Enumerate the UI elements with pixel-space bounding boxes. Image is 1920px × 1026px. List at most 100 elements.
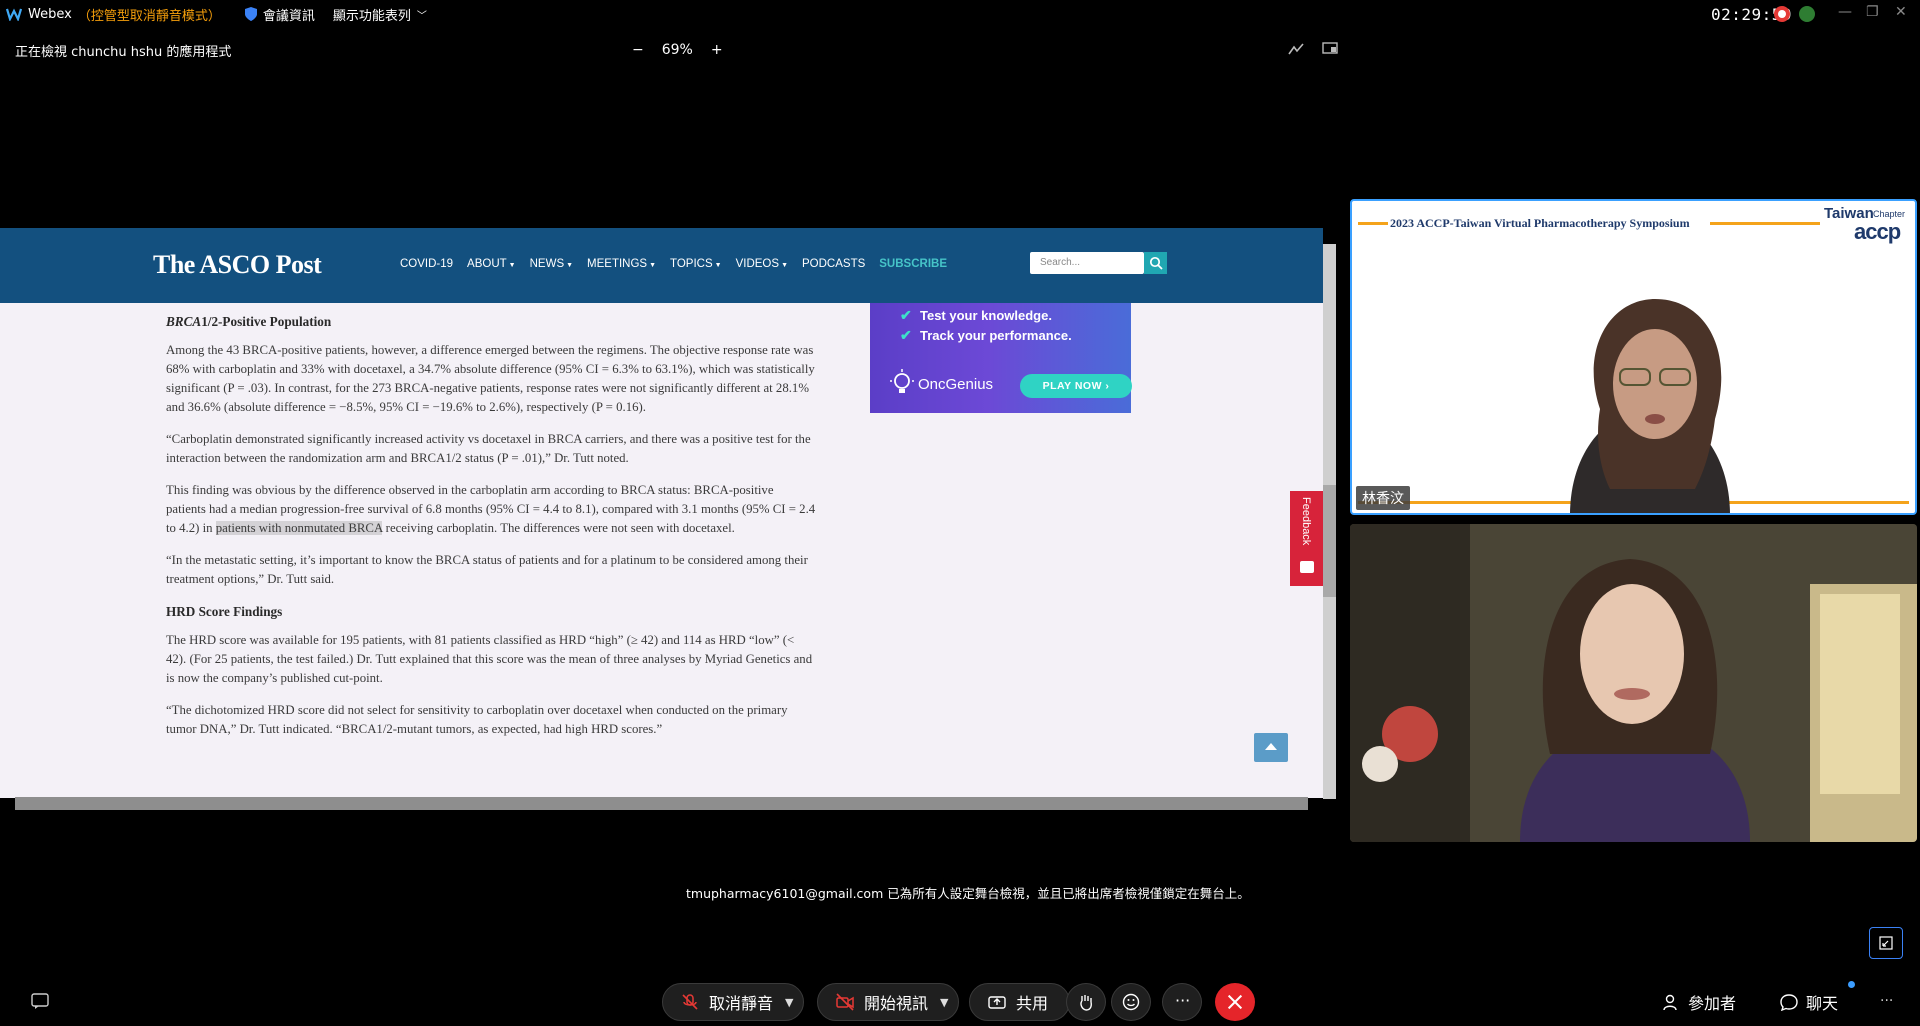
nav-topics-label: TOPICS <box>670 258 713 270</box>
speaker-video-icon <box>1570 299 1730 513</box>
nav-meetings-label: MEETINGS <box>587 258 648 270</box>
caret-down-icon: ▼ <box>781 262 788 269</box>
check-icon: ✔ <box>900 327 912 343</box>
shield-icon <box>244 7 257 21</box>
section-heading-brca: BRCA1/2-Positive Population <box>166 312 816 331</box>
heading-italic: BRCA <box>166 314 202 329</box>
zoom-controls: − 69% + <box>632 42 723 58</box>
leave-meeting-button[interactable] <box>1215 983 1255 1021</box>
webex-logo-icon <box>6 8 22 21</box>
lightbulb-icon <box>890 369 914 393</box>
meeting-info-button[interactable]: 會議資訊 <box>244 5 315 24</box>
title-bar: Webex （控管型取消靜音模式） 會議資訊 顯示功能表列 ﹀ 02:29:59… <box>0 0 1920 28</box>
search-icon <box>1149 256 1163 270</box>
nav-videos-label: VIDEOS <box>735 258 780 270</box>
site-search-button[interactable] <box>1144 252 1167 274</box>
accp-logo: accp <box>1854 219 1901 244</box>
zoom-out-button[interactable]: − <box>632 42 644 58</box>
article-paragraph: This finding was obvious by the differen… <box>166 481 816 538</box>
scroll-to-top-button[interactable] <box>1254 733 1288 762</box>
nav-podcasts[interactable]: PODCASTS <box>802 258 865 270</box>
feedback-tab[interactable]: Feedback <box>1290 491 1323 586</box>
paragraph-text: receiving carboplatin. The differences w… <box>382 521 735 535</box>
more-panels-icon[interactable]: ··· <box>1880 993 1893 1009</box>
chat-label: 聊天 <box>1806 994 1839 1013</box>
share-label: 共用 <box>1016 994 1049 1013</box>
site-logo[interactable]: The ASCO Post <box>153 250 322 280</box>
restore-icon[interactable]: ❐ <box>1866 4 1879 20</box>
play-now-button[interactable]: PLAY NOW › <box>1020 374 1132 398</box>
unmute-button[interactable]: 取消靜音 ▼ <box>662 983 804 1021</box>
caret-down-icon: ▼ <box>566 262 574 269</box>
nav-topics[interactable]: TOPICS ▼ <box>670 258 722 270</box>
article-paragraph: “The dichotomized HRD score did not sele… <box>166 703 788 736</box>
chat-notification-dot <box>1848 981 1855 988</box>
nav-meetings[interactable]: MEETINGS ▼ <box>587 258 656 270</box>
pop-out-icon[interactable] <box>1322 42 1338 56</box>
mute-mode-label: （控管型取消靜音模式） <box>77 8 221 24</box>
more-options-button[interactable]: ··· <box>1162 983 1202 1021</box>
site-search-input[interactable]: Search... <box>1030 252 1144 274</box>
annotate-icon[interactable] <box>1288 42 1304 56</box>
site-nav: COVID-19 ABOUT ▼ NEWS ▼ MEETINGS ▼ TOPICS ▼ … <box>400 258 947 270</box>
nav-covid[interactable]: COVID-19 <box>400 258 453 270</box>
video-off-icon <box>836 993 854 1011</box>
participants-label: 參加者 <box>1688 994 1737 1013</box>
smiley-icon <box>1122 993 1140 1011</box>
nav-about-label: ABOUT <box>467 258 507 270</box>
feedback-label: Feedback <box>1300 497 1312 546</box>
minimize-stage-button[interactable] <box>1869 927 1903 959</box>
video-tile-active-speaker[interactable]: 2023 ACCP-Taiwan Virtual Pharmacotherapy… <box>1350 199 1917 515</box>
caret-down-icon: ▼ <box>714 262 722 269</box>
heading-rest: 1/2-Positive Population <box>201 314 332 329</box>
vertical-scrollbar-thumb[interactable] <box>1323 485 1336 597</box>
article-paragraph: The HRD score was available for 195 pati… <box>166 633 813 685</box>
show-menu-bar-button[interactable]: 顯示功能表列 ﹀ <box>333 5 427 24</box>
nav-news[interactable]: NEWS ▼ <box>530 258 573 270</box>
slide-title: 2023 ACCP-Taiwan Virtual Pharmacotherapy… <box>1390 216 1690 230</box>
check-icon: ✔ <box>900 307 912 323</box>
microphone-muted-icon <box>682 994 698 1010</box>
close-icon[interactable]: ✕ <box>1895 4 1907 20</box>
horizontal-scrollbar[interactable] <box>15 797 1308 810</box>
caret-down-icon: ▼ <box>649 262 657 269</box>
article-body: BRCA1/2-Positive Population Among the 43… <box>166 302 816 752</box>
unmute-label: 取消靜音 <box>709 994 774 1013</box>
shared-screen: The ASCO Post COVID-19 ABOUT ▼ NEWS ▼ MEET… <box>0 228 1323 798</box>
share-icon <box>988 996 1006 1009</box>
app-name: Webex <box>28 6 72 22</box>
raise-hand-button[interactable] <box>1066 983 1106 1021</box>
video-tile-self[interactable] <box>1350 524 1917 842</box>
chevron-down-icon[interactable]: ▼ <box>785 996 793 1009</box>
hand-icon <box>1080 995 1092 1011</box>
start-video-button[interactable]: 開始視訊 ▼ <box>817 983 959 1021</box>
start-video-label: 開始視訊 <box>864 994 929 1013</box>
article-paragraph: Among the 43 BRCA-positive patients, how… <box>166 343 815 414</box>
ad-line-2: Track your performance. <box>920 328 1072 343</box>
oncgenius-ad[interactable]: ✔ Test your knowledge. ✔ Track your perf… <box>870 303 1132 413</box>
reactions-button[interactable] <box>1111 983 1151 1021</box>
ad-line-1: Test your knowledge. <box>920 308 1052 323</box>
chat-button[interactable]: 聊天 <box>1780 990 1838 1014</box>
zoom-in-button[interactable]: + <box>711 42 723 58</box>
app-title: Webex （控管型取消靜音模式） <box>0 5 221 24</box>
network-stats-icon[interactable] <box>1799 6 1815 22</box>
caret-down-icon: ▼ <box>508 262 516 269</box>
chevron-down-icon: ﹀ <box>416 10 427 22</box>
minimize-icon[interactable]: — <box>1838 4 1852 20</box>
nav-videos[interactable]: VIDEOS ▼ <box>736 258 788 270</box>
slide-decoration <box>1358 222 1388 225</box>
recording-icon[interactable] <box>1774 6 1790 22</box>
speaker-name-tag: 林香汶 <box>1356 486 1410 510</box>
section-heading-hrd: HRD Score Findings <box>166 604 283 619</box>
chevron-down-icon[interactable]: ▼ <box>940 996 948 1009</box>
site-header: The ASCO Post COVID-19 ABOUT ▼ NEWS ▼ MEET… <box>0 228 1323 303</box>
collapse-icon <box>1879 936 1893 950</box>
captions-icon[interactable] <box>31 993 49 1009</box>
self-video-icon <box>1350 524 1917 842</box>
share-button[interactable]: 共用 <box>969 983 1070 1021</box>
nav-subscribe[interactable]: SUBSCRIBE <box>879 258 947 270</box>
nav-about[interactable]: ABOUT ▼ <box>467 258 516 270</box>
participants-button[interactable]: 參加者 <box>1662 990 1736 1014</box>
meeting-info-label: 會議資訊 <box>262 8 315 24</box>
